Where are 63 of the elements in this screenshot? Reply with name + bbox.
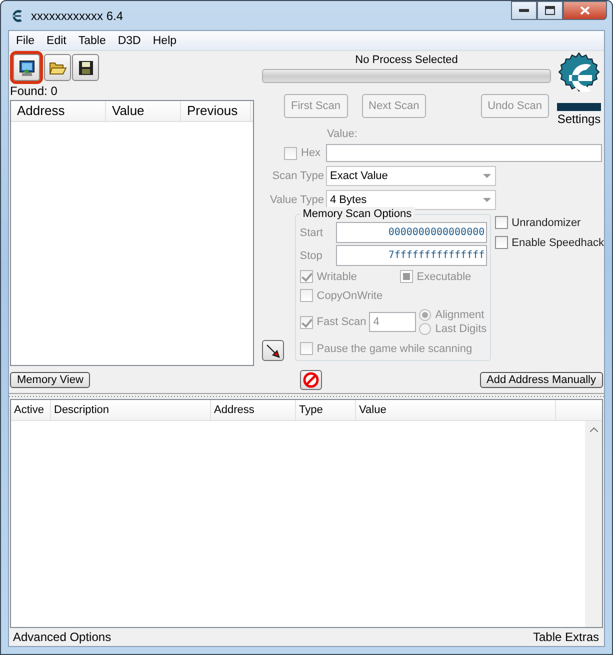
menu-item[interactable]: Help bbox=[146, 34, 183, 46]
column-header[interactable]: Description bbox=[51, 400, 211, 420]
computer-icon bbox=[18, 58, 36, 76]
checkbox-label: Unrandomizer bbox=[512, 216, 581, 228]
checkbox-label: Enable Speedhack bbox=[512, 236, 604, 248]
checkbox-label: Hex bbox=[301, 147, 321, 159]
menu-item[interactable]: D3D bbox=[112, 34, 147, 46]
toolbar-button[interactable] bbox=[72, 54, 99, 81]
group-title: Memory Scan Options bbox=[300, 207, 415, 221]
checkbox[interactable] bbox=[494, 236, 508, 249]
column-header[interactable]: Address bbox=[211, 400, 296, 420]
table-extras-link[interactable]: Table Extras bbox=[532, 630, 599, 644]
column-header[interactable]: Previous bbox=[181, 101, 251, 121]
dropdown-arrow-icon bbox=[483, 174, 491, 178]
memory-view-button[interactable]: Memory View bbox=[10, 372, 90, 388]
stop-button[interactable] bbox=[300, 370, 322, 390]
folder-icon bbox=[48, 60, 66, 76]
column-header[interactable]: Value bbox=[106, 101, 181, 121]
column-header[interactable]: Address bbox=[11, 101, 106, 121]
column-header[interactable]: Value bbox=[356, 400, 556, 420]
value-type-label: Value Type bbox=[268, 194, 324, 206]
checkbox-label: CopyOnWrite bbox=[316, 290, 383, 302]
window-title: xxxxxxxxxxxx 6.4 bbox=[31, 8, 124, 22]
minimize-icon bbox=[519, 8, 529, 12]
column-header[interactable]: Type bbox=[296, 400, 356, 420]
radio-button[interactable] bbox=[419, 309, 432, 321]
start-label: Start bbox=[300, 226, 324, 238]
close-button[interactable] bbox=[563, 1, 607, 20]
advanced-options-link[interactable]: Advanced Options bbox=[13, 630, 112, 644]
scrollbar[interactable] bbox=[585, 421, 602, 627]
value-input[interactable] bbox=[326, 144, 602, 162]
checkbox-label: Writable bbox=[316, 270, 357, 282]
found-count: Found: 0 bbox=[10, 84, 58, 98]
close-icon bbox=[580, 6, 590, 15]
checkbox-label: Executable bbox=[416, 270, 472, 282]
start-address-field[interactable]: 0000000000000000 bbox=[336, 222, 487, 243]
scroll-up-icon bbox=[590, 427, 598, 432]
radio-button[interactable] bbox=[419, 323, 432, 335]
value-label: Value: bbox=[327, 128, 358, 140]
maximize-button[interactable] bbox=[537, 1, 563, 20]
menu-item[interactable]: Table bbox=[72, 34, 112, 46]
stop-address-field[interactable]: 7fffffffffffffff bbox=[336, 245, 487, 266]
menu-item[interactable]: File bbox=[10, 34, 41, 46]
radio-label: Alignment bbox=[435, 309, 484, 321]
radio-label: Last Digits bbox=[435, 323, 487, 335]
toolbar-button[interactable] bbox=[13, 54, 40, 81]
maximize-icon bbox=[545, 6, 555, 15]
minimize-button[interactable] bbox=[511, 1, 537, 20]
settings-label[interactable]: Settings bbox=[557, 112, 601, 126]
menu-item[interactable]: Edit bbox=[40, 34, 72, 46]
column-header[interactable]: Active bbox=[11, 400, 51, 420]
toolbar-button[interactable] bbox=[44, 54, 71, 81]
checkbox-label: Fast Scan bbox=[316, 316, 366, 328]
checkbox[interactable] bbox=[494, 216, 508, 229]
value-type-dropdown[interactable]: 4 Bytes bbox=[326, 190, 496, 210]
process-label: No Process Selected bbox=[354, 53, 459, 68]
dropdown-arrow-icon bbox=[483, 198, 491, 202]
arrow-button[interactable] bbox=[262, 340, 284, 361]
stop-label: Stop bbox=[300, 250, 324, 262]
scan-type-label: Scan Type bbox=[271, 170, 324, 182]
checkbox-label: Pause the game while scanning bbox=[316, 342, 472, 354]
add-address-button[interactable]: Add Address Manually bbox=[480, 372, 603, 388]
scan-type-dropdown[interactable]: Exact Value bbox=[326, 166, 496, 186]
